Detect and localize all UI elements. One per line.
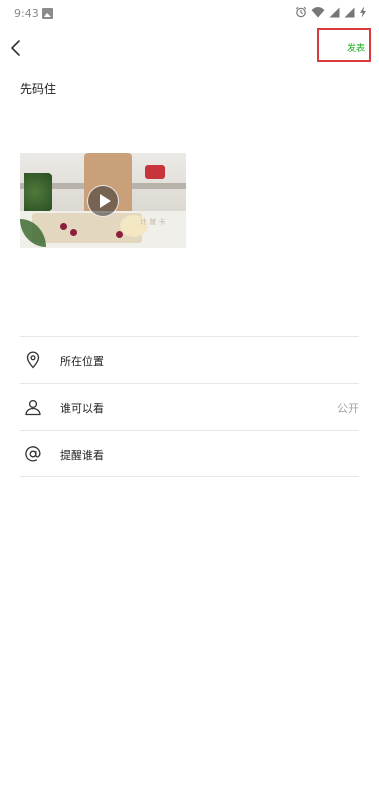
video-scene-pot xyxy=(145,165,165,179)
chevron-left-icon xyxy=(11,40,20,56)
option-label: 所在位置 xyxy=(60,355,104,368)
visibility-value: 公开 xyxy=(337,402,359,415)
option-label: 谁可以看 xyxy=(60,402,104,415)
video-caption: 计 就 卡 xyxy=(140,218,166,226)
back-button[interactable] xyxy=(6,34,28,62)
video-scene-berry xyxy=(60,223,67,230)
post-text[interactable]: 先码住 xyxy=(20,80,56,97)
option-location[interactable]: 所在位置 xyxy=(20,336,359,383)
gallery-icon xyxy=(42,8,53,19)
status-bar: 9:43 xyxy=(0,0,379,28)
video-scene-berry xyxy=(70,229,77,236)
at-icon xyxy=(25,446,41,462)
alarm-icon xyxy=(295,6,307,18)
publish-button[interactable]: 发表 xyxy=(347,41,365,54)
play-icon[interactable] xyxy=(87,185,119,217)
signal-icon xyxy=(344,7,355,17)
video-thumbnail[interactable]: 计 就 卡 xyxy=(20,153,186,248)
signal-icon xyxy=(329,7,340,17)
status-time: 9:43 xyxy=(14,7,39,20)
status-icons xyxy=(295,6,367,18)
charging-icon xyxy=(360,6,366,18)
option-visibility[interactable]: 谁可以看 公开 xyxy=(20,383,359,430)
wifi-icon xyxy=(311,7,325,18)
location-pin-icon xyxy=(26,351,40,369)
option-mention[interactable]: 提醒谁看 xyxy=(20,430,359,477)
person-icon xyxy=(25,399,41,416)
option-label: 提醒谁看 xyxy=(60,449,104,462)
